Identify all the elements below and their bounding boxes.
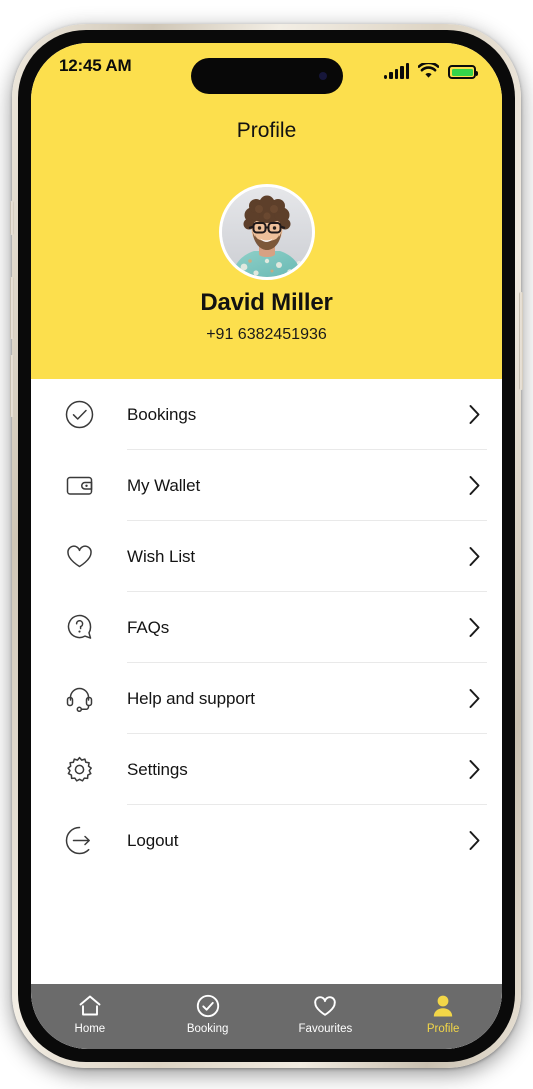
phone-screen: 12:45 AM Profile David Miller +91 638245… — [31, 43, 502, 1049]
home-icon — [77, 993, 103, 1019]
user-phone: +91 6382451936 — [206, 326, 327, 343]
screenshot-root: 12:45 AM Profile David Miller +91 638245… — [0, 0, 533, 1089]
question-bubble-icon — [31, 612, 127, 643]
phone-bezel: 12:45 AM Profile David Miller +91 638245… — [18, 30, 515, 1062]
chevron-right-icon — [446, 475, 502, 496]
profile-header: 12:45 AM Profile David Miller +91 638245… — [31, 43, 502, 379]
front-camera-icon — [318, 72, 327, 80]
heart-icon — [312, 993, 338, 1019]
nav-item-label: Profile — [426, 1023, 460, 1035]
headset-icon — [31, 683, 127, 714]
status-bar-icons — [383, 57, 478, 79]
menu-item-label: Wish List — [127, 546, 196, 566]
check-circle-icon — [195, 993, 221, 1019]
nav-item-booking[interactable]: Booking — [149, 993, 267, 1035]
menu-item-bookings[interactable]: Bookings — [31, 379, 502, 450]
power-button[interactable] — [519, 292, 523, 390]
volume-up-button[interactable] — [10, 277, 14, 339]
menu-item-label: My Wallet — [127, 475, 201, 495]
nav-item-favourites[interactable]: Favourites — [267, 993, 385, 1035]
logout-arrow-icon — [31, 825, 127, 856]
user-name: David Miller — [200, 289, 333, 316]
menu-item-label: Help and support — [127, 688, 255, 708]
status-bar: 12:45 AM — [31, 43, 502, 97]
bottom-navigation-bar: Home Booking Favourites Profile — [31, 984, 502, 1049]
check-circle-icon — [31, 399, 127, 430]
dynamic-island — [190, 58, 343, 94]
person-icon — [430, 993, 456, 1019]
menu-item-label: FAQs — [127, 617, 170, 637]
menu-item-help-and-support[interactable]: Help and support — [31, 663, 502, 734]
nav-item-label: Favourites — [298, 1023, 353, 1035]
chevron-right-icon — [446, 830, 502, 851]
avatar[interactable] — [218, 184, 315, 280]
gear-icon — [31, 754, 127, 785]
avatar-photo — [221, 187, 312, 277]
chevron-right-icon — [446, 617, 502, 638]
battery-icon — [448, 65, 478, 79]
nav-item-label: Home — [74, 1023, 106, 1035]
wifi-icon — [418, 63, 439, 79]
status-bar-clock: 12:45 AM — [59, 56, 132, 75]
menu-item-label: Bookings — [127, 404, 197, 424]
menu-item-my-wallet[interactable]: My Wallet — [31, 450, 502, 521]
chevron-right-icon — [446, 546, 502, 567]
menu-item-label: Settings — [127, 759, 188, 779]
nav-item-profile[interactable]: Profile — [384, 993, 502, 1035]
chevron-right-icon — [446, 404, 502, 425]
menu-item-settings[interactable]: Settings — [31, 734, 502, 805]
phone-frame: 12:45 AM Profile David Miller +91 638245… — [10, 24, 523, 1068]
menu-item-label: Logout — [127, 830, 179, 850]
volume-down-button[interactable] — [10, 355, 14, 417]
heart-icon — [31, 541, 127, 572]
menu-item-faqs[interactable]: FAQs — [31, 592, 502, 663]
menu-item-logout[interactable]: Logout — [31, 805, 502, 876]
menu-item-wish-list[interactable]: Wish List — [31, 521, 502, 592]
nav-item-home[interactable]: Home — [31, 993, 149, 1035]
action-button[interactable] — [10, 201, 14, 235]
cellular-signal-icon — [383, 63, 409, 79]
wallet-icon — [31, 470, 127, 501]
battery-level-fill — [451, 68, 473, 76]
profile-menu-list: Bookings My Wallet Wish List FAQs Help a… — [31, 379, 502, 1049]
page-title: Profile — [236, 119, 297, 142]
chevron-right-icon — [446, 688, 502, 709]
nav-item-label: Booking — [186, 1023, 229, 1035]
chevron-right-icon — [446, 759, 502, 780]
